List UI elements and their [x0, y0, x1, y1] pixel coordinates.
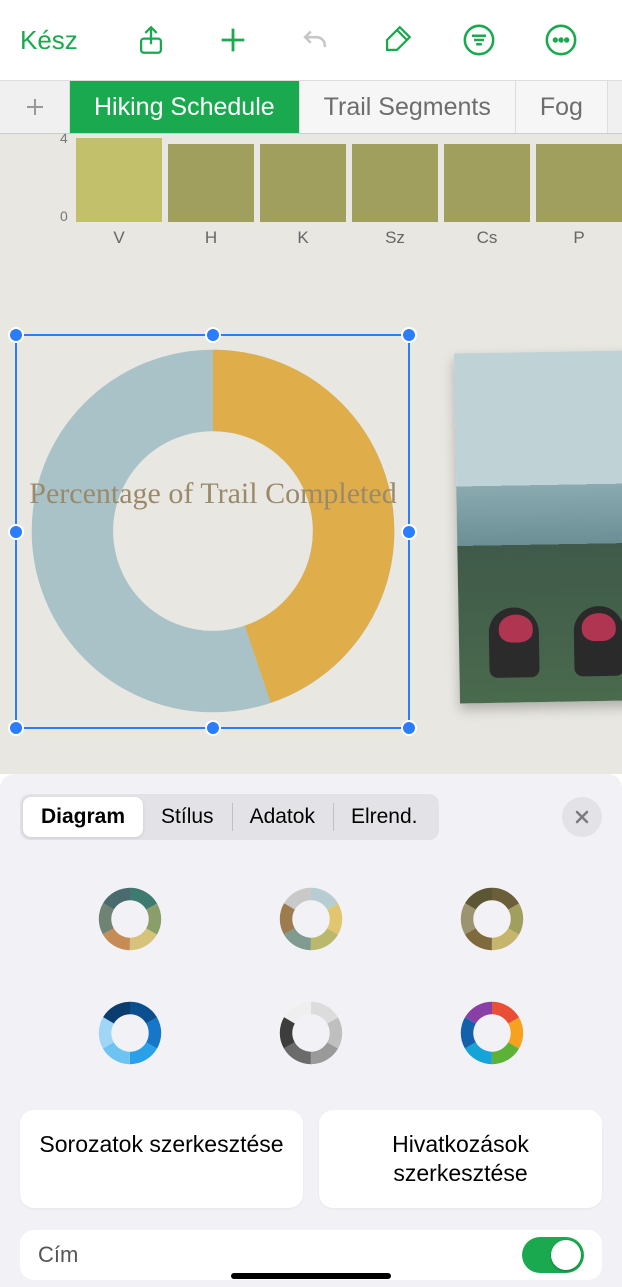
filter-text-icon[interactable]: [462, 23, 496, 57]
x-label: Cs: [444, 228, 530, 248]
bar-chart: 4 0 V H K Sz Cs P: [76, 138, 622, 248]
inspector-segmented-control: Diagram Stílus Adatok Elrend.: [20, 794, 439, 840]
y-tick: 0: [60, 208, 68, 224]
canvas[interactable]: 4 0 V H K Sz Cs P Percentage of Trail Co…: [0, 134, 622, 774]
selection-box[interactable]: [15, 334, 410, 729]
chart-style-grid: [20, 870, 602, 1102]
edit-series-button[interactable]: Sorozatok szerkesztése: [20, 1110, 303, 1208]
format-brush-icon[interactable]: [380, 23, 414, 57]
edit-references-button[interactable]: Hivatkozások szerkesztése: [319, 1110, 602, 1208]
x-label: P: [536, 228, 622, 248]
add-sheet-button[interactable]: [0, 81, 70, 133]
x-label: H: [168, 228, 254, 248]
resize-handle[interactable]: [401, 524, 417, 540]
y-tick: 4: [60, 134, 68, 146]
x-label: Sz: [352, 228, 438, 248]
bar: [168, 144, 254, 222]
undo-icon[interactable]: [298, 23, 332, 57]
inspector-panel: Diagram Stílus Adatok Elrend. Sorozatok …: [0, 774, 622, 1287]
photo-image[interactable]: [454, 350, 622, 703]
tab-layout[interactable]: Elrend.: [333, 797, 436, 837]
tab-data[interactable]: Adatok: [232, 797, 333, 837]
toolbar-icons: [110, 23, 602, 57]
resize-handle[interactable]: [8, 720, 24, 736]
bar: [352, 144, 438, 222]
bar: [76, 138, 162, 222]
x-label: K: [260, 228, 346, 248]
resize-handle[interactable]: [205, 327, 221, 343]
title-toggle[interactable]: [522, 1237, 584, 1273]
bar: [444, 144, 530, 222]
tab-trail-segments[interactable]: Trail Segments: [300, 81, 516, 133]
add-icon[interactable]: [216, 23, 250, 57]
sheet-tabs: Hiking Schedule Trail Segments Fog: [0, 80, 622, 134]
close-inspector-button[interactable]: [562, 797, 602, 837]
top-toolbar: Kész: [0, 0, 622, 80]
x-label: V: [76, 228, 162, 248]
chart-style-swatch[interactable]: [272, 994, 350, 1072]
done-button[interactable]: Kész: [20, 25, 98, 56]
resize-handle[interactable]: [401, 327, 417, 343]
tab-diagram[interactable]: Diagram: [23, 797, 143, 837]
chart-style-swatch[interactable]: [91, 880, 169, 958]
chart-style-swatch[interactable]: [91, 994, 169, 1072]
resize-handle[interactable]: [8, 524, 24, 540]
x-axis: V H K Sz Cs P: [76, 228, 622, 248]
tab-fog[interactable]: Fog: [516, 81, 608, 133]
chart-style-swatch[interactable]: [272, 880, 350, 958]
bar: [536, 144, 622, 222]
resize-handle[interactable]: [8, 327, 24, 343]
home-indicator: [231, 1273, 391, 1279]
chart-style-swatch[interactable]: [453, 994, 531, 1072]
chart-style-swatch[interactable]: [453, 880, 531, 958]
resize-handle[interactable]: [205, 720, 221, 736]
title-toggle-label: Cím: [38, 1242, 78, 1268]
bar: [260, 144, 346, 222]
more-icon[interactable]: [544, 23, 578, 57]
tab-hiking-schedule[interactable]: Hiking Schedule: [70, 81, 300, 133]
resize-handle[interactable]: [401, 720, 417, 736]
title-toggle-row: Cím: [20, 1230, 602, 1280]
share-icon[interactable]: [134, 23, 168, 57]
tab-style[interactable]: Stílus: [143, 797, 232, 837]
